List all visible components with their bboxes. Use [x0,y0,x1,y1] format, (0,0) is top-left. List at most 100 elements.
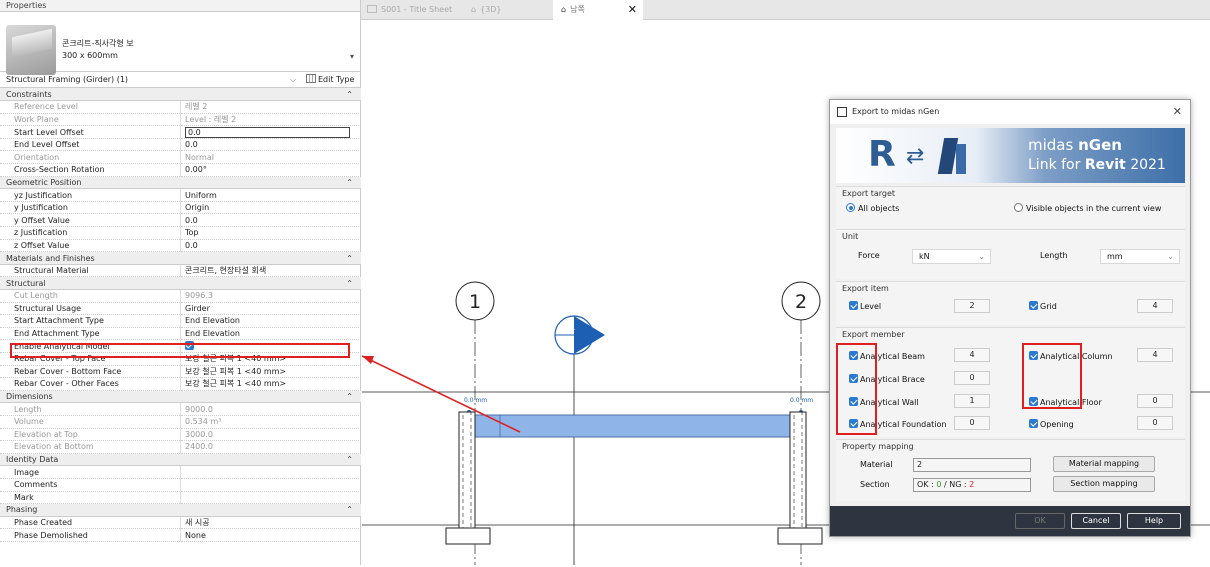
property-row[interactable]: Structural Usage Girder [0,302,361,316]
property-value[interactable]: 0.0 [180,138,361,152]
collapse-icon[interactable]: ⌃ [346,454,353,465]
property-value[interactable]: Normal [180,150,361,165]
property-section-header[interactable]: Dimensions ⌃ [0,390,361,404]
property-value[interactable]: Level : 레벨 2 [180,113,361,127]
section-label: Materials and Finishes [6,253,95,263]
property-value[interactable]: End Elevation [180,314,361,328]
property-row[interactable]: Orientation Normal [0,150,361,165]
property-name: Structural Material [0,264,181,278]
property-value[interactable]: 0.00° [180,163,361,177]
property-value[interactable]: End Elevation [180,327,361,341]
property-row[interactable]: Phase Created 새 시공 [0,516,361,530]
material-mapping-button[interactable]: Material mapping [1053,456,1155,472]
property-row[interactable]: Length 9000.0 [0,402,361,416]
close-tab-icon[interactable]: ✕ [628,0,637,20]
property-input[interactable]: 0.0 [185,126,350,138]
property-row[interactable]: Image [0,465,361,479]
ok-button[interactable]: OK [1015,513,1065,529]
property-row[interactable]: yz Justification Uniform [0,188,361,202]
tab-south-elevation[interactable]: ⌂ 남쪽 ✕ [553,0,643,20]
property-name: Image [0,465,181,479]
property-name: Elevation at Top [0,428,181,442]
property-row[interactable]: Mark [0,491,361,505]
property-value[interactable]: 0.0 [180,213,361,228]
property-row[interactable]: Structural Material 콘크리트, 현장타설 회색 [0,264,361,278]
property-value[interactable]: Girder [180,302,361,316]
property-value[interactable]: 0.0 [180,239,361,253]
property-value[interactable] [180,478,361,492]
collapse-icon[interactable]: ⌃ [346,89,353,100]
property-section-header[interactable]: Phasing ⌃ [0,503,361,517]
grid-checkbox[interactable]: Grid [1029,301,1057,311]
property-row[interactable]: Elevation at Top 3000.0 [0,428,361,442]
tab-3d[interactable]: ⌂ {3D} [471,0,531,20]
property-value[interactable]: Uniform [180,188,361,202]
close-icon[interactable]: ✕ [1173,100,1182,124]
highlight-box-analytical-model [10,343,350,358]
property-value[interactable]: 보강 철근 피복 1 <40 mm> [180,365,361,379]
property-row[interactable]: y Justification Origin [0,201,361,215]
length-select[interactable]: mm ⌄ [1100,249,1180,264]
collapse-icon[interactable]: ⌃ [346,504,353,515]
property-row[interactable]: End Attachment Type End Elevation [0,327,361,341]
property-value[interactable] [180,491,361,505]
property-value[interactable]: Top [180,226,361,240]
property-section-header[interactable]: Structural ⌃ [0,276,361,290]
property-value[interactable]: 2400.0 [180,440,361,454]
property-row[interactable]: z Offset Value 0.0 [0,239,361,253]
property-value[interactable]: 콘크리트, 현장타설 회색 [180,264,361,278]
property-row[interactable]: Volume 0.534 m³ [0,415,361,429]
property-value[interactable]: 0.534 m³ [180,415,361,429]
opening-checkbox[interactable]: Opening [1029,419,1074,429]
radio-empty-icon [1014,203,1023,212]
chevron-down-icon[interactable]: ⌵ [290,72,296,88]
property-value[interactable]: None [180,528,361,542]
type-dropdown-icon[interactable]: ▾ [350,52,354,61]
tab-title-sheet[interactable]: S001 - Title Sheet [367,0,467,20]
type-selector[interactable]: 콘크리트-직사각형 보 300 x 600mm ▾ [0,12,360,75]
radio-visible-objects[interactable]: Visible objects in the current view [1014,203,1161,213]
property-row[interactable]: Elevation at Bottom 2400.0 [0,440,361,454]
property-row[interactable]: Work Plane Level : 레벨 2 [0,113,361,127]
force-select[interactable]: kN ⌄ [912,249,991,264]
property-row[interactable]: y Offset Value 0.0 [0,213,361,228]
property-mapping-label: Property mapping [842,442,914,451]
property-row[interactable]: Rebar Cover - Bottom Face 보강 철근 피복 1 <40 … [0,365,361,379]
edit-type-button[interactable]: Edit Type [306,72,354,88]
property-row[interactable]: Comments [0,478,361,492]
property-value[interactable]: 보강 철근 피복 1 <40 mm> [180,377,361,391]
app-icon [837,107,847,117]
property-value[interactable]: 9000.0 [180,402,361,416]
collapse-icon[interactable]: ⌃ [346,177,353,188]
property-row[interactable]: z Justification Top [0,226,361,240]
section-mapping-button[interactable]: Section mapping [1053,476,1155,492]
property-row[interactable]: Start Level Offset 0.0 [0,125,361,139]
elevation-marker-icon[interactable]: - [554,315,605,355]
property-row[interactable]: Reference Level 레벨 2 [0,100,361,114]
collapse-icon[interactable]: ⌃ [346,278,353,289]
property-value[interactable]: 새 시공 [180,516,361,530]
property-value[interactable] [180,465,361,479]
property-value[interactable]: 9096.3 [180,289,361,303]
radio-all-objects[interactable]: All objects [846,203,899,213]
property-row[interactable]: Phase Demolished None [0,528,361,542]
level-checkbox[interactable]: Level [849,301,881,311]
property-row[interactable]: Rebar Cover - Other Faces 보강 철근 피복 1 <40 … [0,377,361,391]
property-value[interactable]: 레벨 2 [180,100,361,114]
property-section-header[interactable]: Geometric Position ⌃ [0,176,361,190]
property-value[interactable]: 3000.0 [180,428,361,442]
property-section-header[interactable]: Constraints ⌃ [0,88,361,102]
collapse-icon[interactable]: ⌃ [346,253,353,264]
property-row[interactable]: Cut Length 9096.3 [0,289,361,303]
property-row[interactable]: Cross-Section Rotation 0.00° [0,163,361,177]
property-value[interactable]: Origin [180,201,361,215]
selected-beam[interactable] [474,414,802,438]
help-button[interactable]: Help [1127,513,1181,529]
property-section-header[interactable]: Identity Data ⌃ [0,453,361,467]
property-row[interactable]: Start Attachment Type End Elevation [0,314,361,328]
property-section-header[interactable]: Materials and Finishes ⌃ [0,251,361,265]
instance-filter[interactable]: Structural Framing (Girder) (1) ⌵ Edit T… [0,72,360,88]
collapse-icon[interactable]: ⌃ [346,391,353,402]
property-row[interactable]: End Level Offset 0.0 [0,138,361,152]
cancel-button[interactable]: Cancel [1071,513,1121,529]
